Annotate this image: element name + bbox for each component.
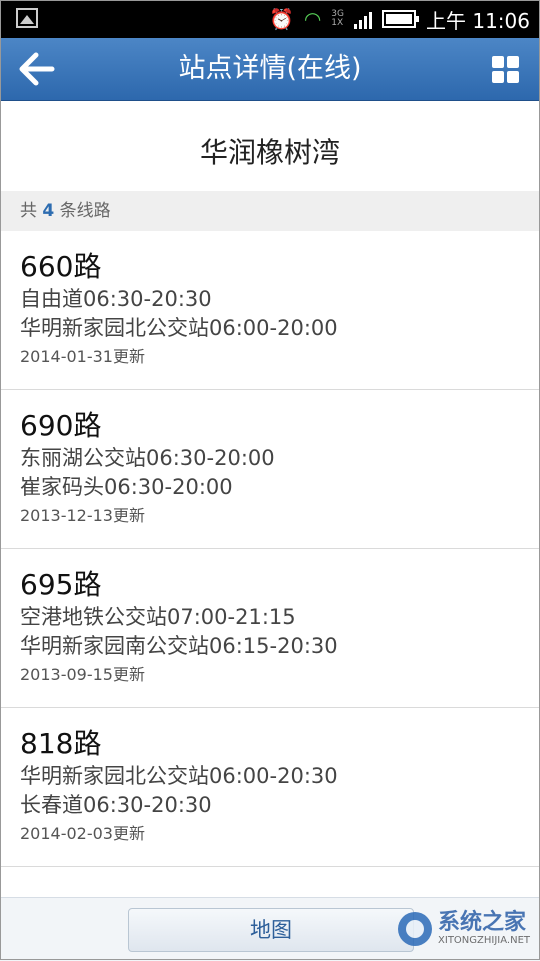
title-bar: 站点详情(在线) (0, 38, 540, 101)
route-name: 818路 (20, 727, 102, 760)
route-terminal-2: 崔家码头06:30-20:00 (20, 475, 233, 499)
grid-icon (492, 56, 504, 68)
route-terminal-2: 长春道06:30-20:30 (20, 793, 212, 817)
route-name: 695路 (20, 568, 102, 601)
network-type: 3G 1X (331, 10, 344, 28)
route-count-prefix: 共 (20, 201, 37, 221)
route-updated: 2013-09-15更新 (20, 665, 145, 684)
route-updated: 2014-02-03更新 (20, 824, 145, 843)
route-terminal-1: 自由道06:30-20:30 (20, 287, 212, 311)
back-arrow-icon (19, 52, 55, 86)
route-item-690[interactable]: 690路 东丽湖公交站06:30-20:00 崔家码头06:30-20:00 2… (0, 390, 540, 549)
watermark-logo-icon (398, 912, 433, 946)
map-button[interactable]: 地图 (128, 908, 414, 952)
route-name: 660路 (20, 250, 102, 283)
grid-menu-button[interactable] (492, 56, 519, 83)
route-name: 690路 (20, 409, 102, 442)
network-type-bottom: 1X (331, 18, 344, 28)
signal-icon (354, 9, 372, 29)
route-terminal-1: 空港地铁公交站07:00-21:15 (20, 605, 296, 629)
status-bar: ⏰ ◠ 3G 1X 上午 11:06 (0, 0, 540, 38)
route-list: 660路 自由道06:30-20:30 华明新家园北公交站06:00-20:00… (0, 231, 540, 867)
status-time: 上午 11:06 (426, 8, 530, 33)
watermark-url: XITONGZHIJIA.NET (438, 935, 530, 946)
route-terminal-1: 华明新家园北公交站06:00-20:30 (20, 764, 338, 788)
watermark: 系统之家 XITONGZHIJIA.NET (398, 906, 530, 952)
route-updated: 2013-12-13更新 (20, 506, 145, 525)
alarm-icon: ⏰ (268, 7, 294, 31)
route-updated: 2014-01-31更新 (20, 347, 145, 366)
route-item-660[interactable]: 660路 自由道06:30-20:30 华明新家园北公交站06:00-20:00… (0, 231, 540, 390)
status-icons: ⏰ ◠ 3G 1X 上午 11:06 (269, 0, 530, 38)
image-notification-icon (16, 8, 38, 28)
route-terminal-2: 华明新家园南公交站06:15-20:30 (20, 634, 338, 658)
route-item-818[interactable]: 818路 华明新家园北公交站06:00-20:30 长春道06:30-20:30… (0, 708, 540, 867)
route-count-bar: 共 4 条线路 (0, 191, 540, 231)
back-button[interactable] (18, 50, 58, 88)
battery-icon (382, 10, 419, 28)
station-name: 华润橡树湾 (199, 136, 340, 169)
route-count-number: 4 (42, 201, 55, 221)
wifi-icon: ◠ (303, 7, 322, 31)
page-title: 站点详情(在线) (178, 53, 362, 84)
route-item-695[interactable]: 695路 空港地铁公交站07:00-21:15 华明新家园南公交站06:15-2… (0, 549, 540, 708)
watermark-text: 系统之家 XITONGZHIJIA.NET (438, 911, 530, 947)
route-terminal-2: 华明新家园北公交站06:00-20:00 (20, 316, 338, 340)
watermark-title: 系统之家 (438, 910, 527, 935)
route-count-suffix: 条线路 (59, 201, 111, 221)
route-terminal-1: 东丽湖公交站06:30-20:00 (20, 446, 275, 470)
